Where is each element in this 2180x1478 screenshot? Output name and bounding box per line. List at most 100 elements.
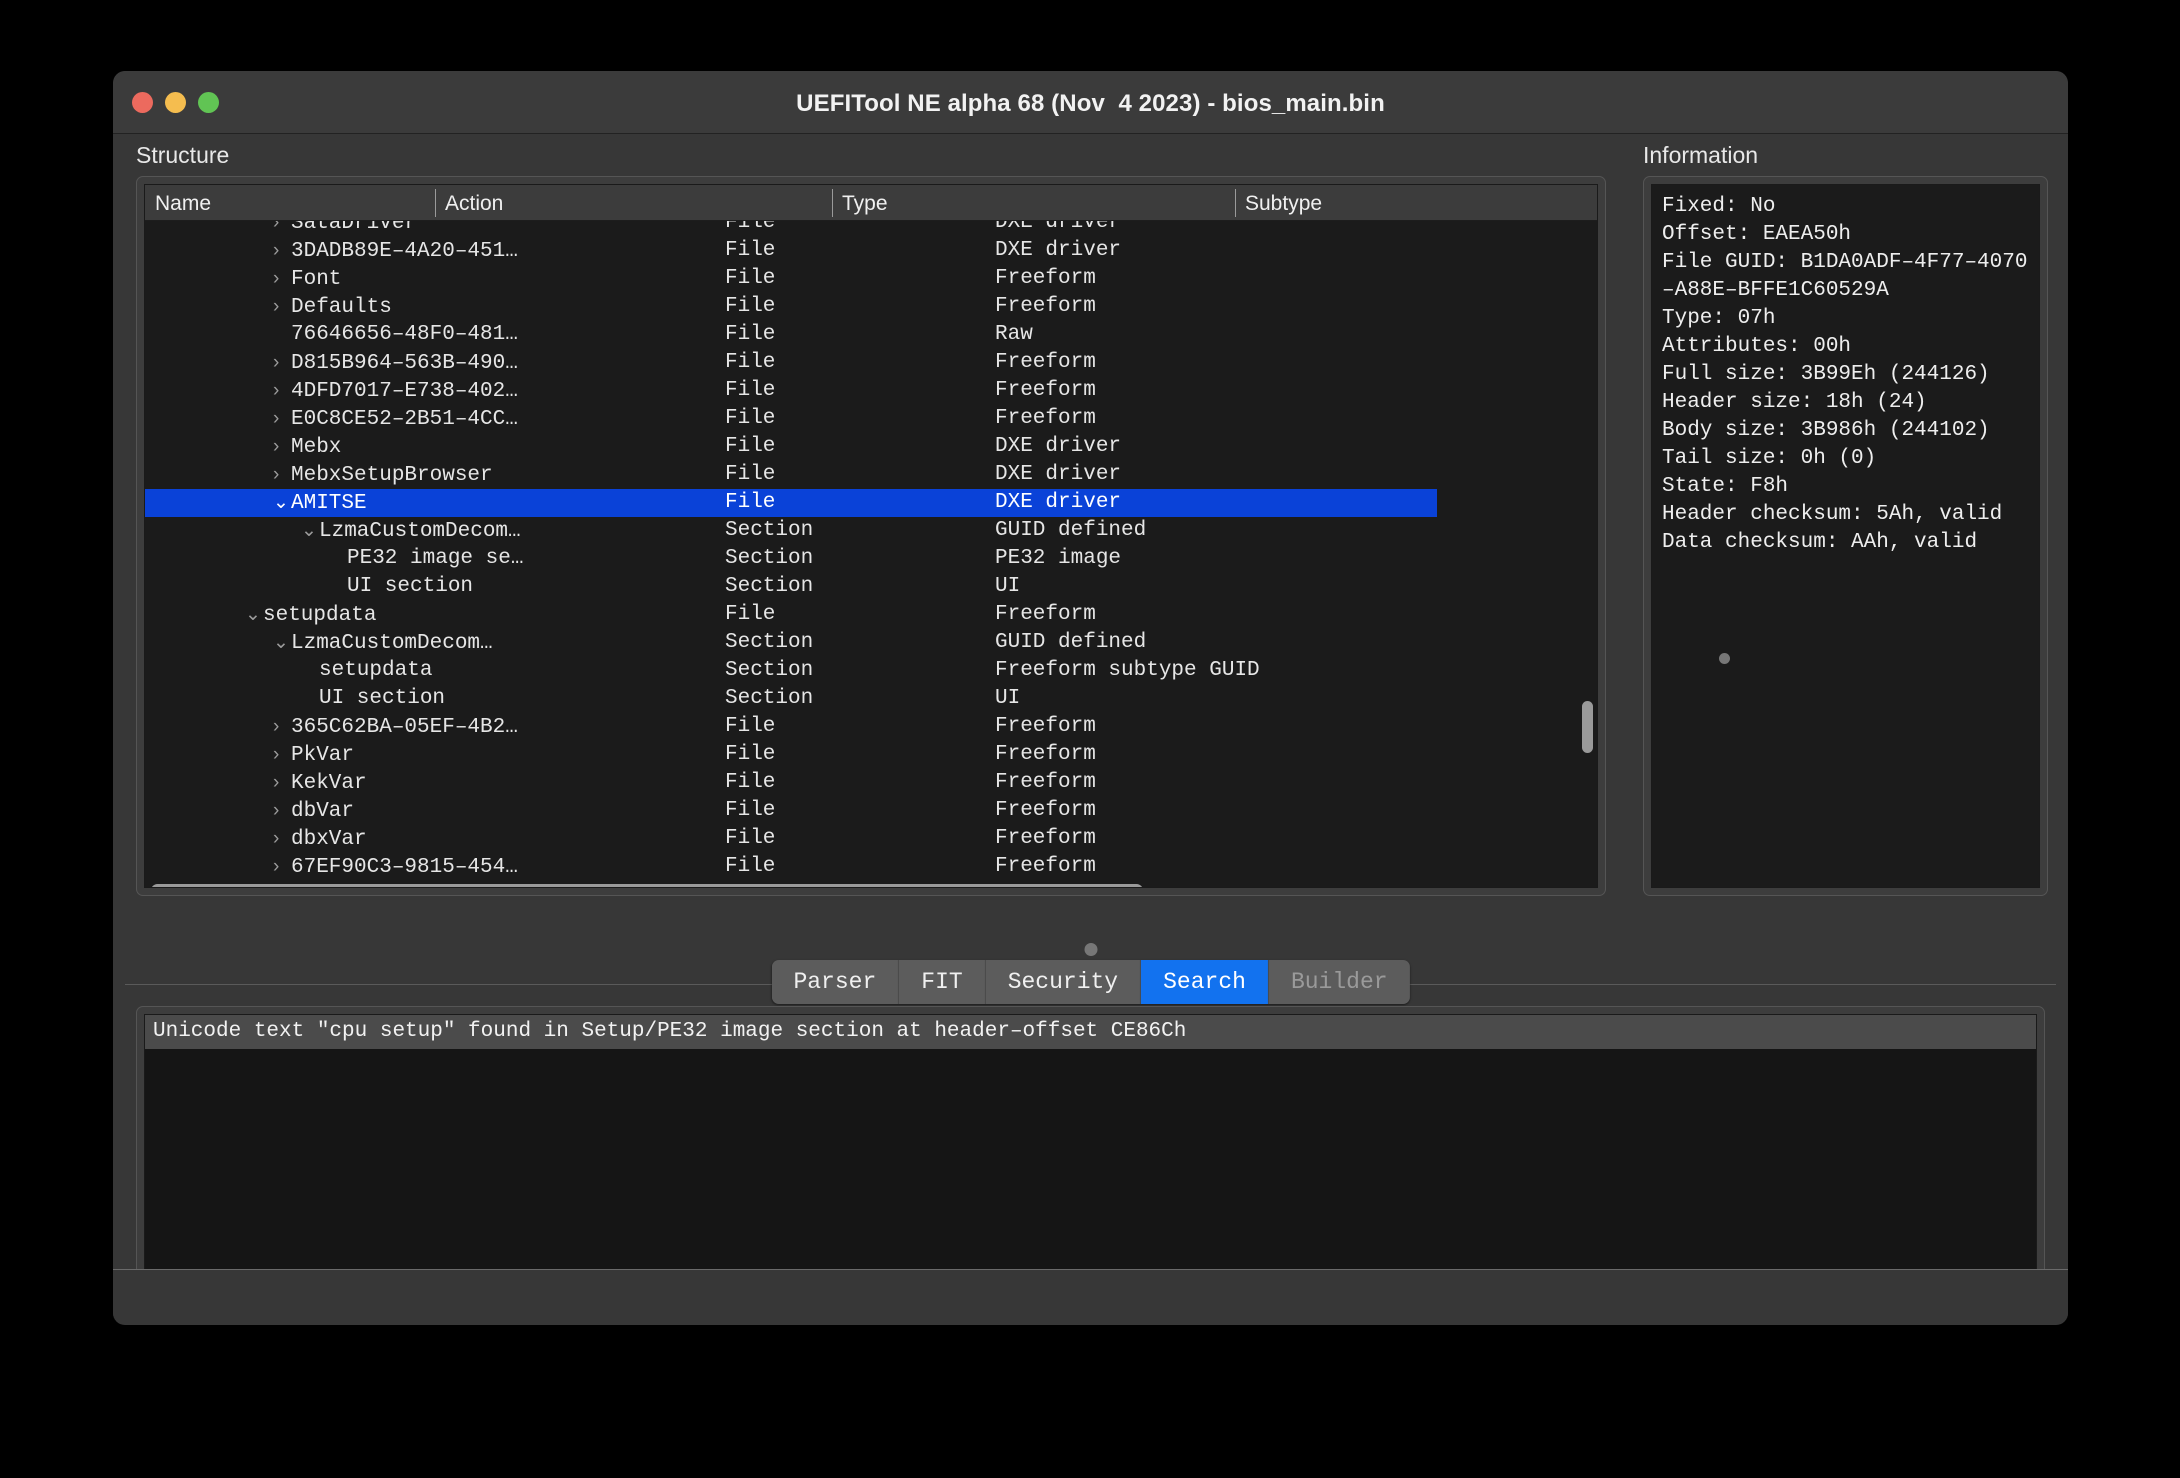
tree-row[interactable]: › 3DADB89E–4A20–451… File DXE driver <box>145 237 1597 265</box>
tree-row[interactable]: ⌄LzmaCustomDecom… Section GUID defined <box>145 517 1597 545</box>
tab-parser[interactable]: Parser <box>771 960 900 1004</box>
chevron-right-icon[interactable]: › <box>273 293 291 321</box>
tree-row[interactable]: › E0C8CE52–2B51–4CC… File Freeform <box>145 405 1597 433</box>
tab-search[interactable]: Search <box>1141 960 1269 1004</box>
chevron-right-icon[interactable]: › <box>273 769 291 797</box>
tree-row[interactable]: UI section Section UI <box>145 573 1597 601</box>
chevron-right-icon[interactable]: › <box>273 405 291 433</box>
tree-row[interactable]: 76646656–48F0–481… File Raw <box>145 321 1597 349</box>
column-header-type[interactable]: Type <box>842 192 888 216</box>
column-header-subtype[interactable]: Subtype <box>1245 192 1322 216</box>
tree-row[interactable]: › dbxVar File Freeform <box>145 825 1597 853</box>
tree-body[interactable]: › SataDriver File DXE driver › 3DADB89E–4A20–… <box>145 221 1597 887</box>
vertical-splitter-handle[interactable] <box>1084 943 1097 956</box>
tree-row-type-cell: File <box>725 491 776 514</box>
tree-row-name-cell: ⌄setupdata <box>245 601 376 630</box>
column-divider-1[interactable] <box>435 189 436 217</box>
tree-row-label: 67EF90C3–9815–454… <box>291 856 518 879</box>
tree-row-subtype-cell: DXE driver <box>995 221 1122 234</box>
tree-row-name-cell: › MebxSetupBrowser <box>273 461 493 490</box>
search-results-list[interactable]: Unicode text "cpu setup" found in Setup/… <box>144 1014 2037 1285</box>
tree-row[interactable]: › 67EF90C3–9815–454… File Freeform <box>145 853 1597 881</box>
tree-row-subtype-cell: Freeform <box>995 351 1096 374</box>
tree-row-label: Defaults <box>291 296 392 319</box>
tree-row-name-cell: › dbVar <box>273 797 354 826</box>
tree-row[interactable]: PE32 image se… Section PE32 image <box>145 545 1597 573</box>
tree-row-type-cell: File <box>725 799 776 822</box>
tree-row[interactable]: › 4DFD7017–E738–402… File Freeform <box>145 377 1597 405</box>
tree-row[interactable]: › Font File Freeform <box>145 265 1597 293</box>
tree-row-subtype-cell: UI <box>995 575 1021 598</box>
window-titlebar: UEFITool NE alpha 68 (Nov 4 2023) - bios… <box>113 71 2068 134</box>
tree-row-name-cell: › 4DFD7017–E738–402… <box>273 377 518 406</box>
column-divider-2[interactable] <box>832 189 833 217</box>
tree-row[interactable]: › KekVar File Freeform <box>145 769 1597 797</box>
chevron-down-icon[interactable]: ⌄ <box>301 517 319 545</box>
tree-row[interactable]: ⌄AMITSE File DXE driver <box>145 489 1597 517</box>
window-body: Structure Name Action Type Subtype › SataDri… <box>113 134 2068 1324</box>
column-divider-3[interactable] <box>1235 189 1236 217</box>
chevron-down-icon[interactable]: ⌄ <box>273 629 291 657</box>
chevron-right-icon[interactable]: › <box>273 433 291 461</box>
tree-row-label: AMITSE <box>291 492 367 515</box>
chevron-right-icon[interactable]: › <box>273 461 291 489</box>
tab-bar: Parser FIT Security Search Builder <box>771 960 1410 1004</box>
column-header-action[interactable]: Action <box>445 192 503 216</box>
information-text[interactable]: Fixed: No Offset: EAEA50h File GUID: B1D… <box>1651 184 2040 888</box>
tree-row-name-cell: › 3DADB89E–4A20–451… <box>273 237 518 266</box>
tree-row[interactable]: › D815B964–563B–490… File Freeform <box>145 349 1597 377</box>
horizontal-splitter-handle[interactable] <box>1719 653 1730 664</box>
chevron-down-icon[interactable]: ⌄ <box>245 601 263 629</box>
tree-vertical-scrollbar[interactable] <box>1582 701 1593 753</box>
tree-row-subtype-cell: DXE driver <box>995 463 1122 486</box>
tree-row-type-cell: File <box>725 715 776 738</box>
tab-fit[interactable]: FIT <box>899 960 986 1004</box>
chevron-right-icon[interactable]: › <box>273 221 291 237</box>
structure-label: Structure <box>136 142 230 168</box>
tree-row[interactable]: › 365C62BA–05EF–4B2… File Freeform <box>145 713 1597 741</box>
tree-row-subtype-cell: Freeform <box>995 603 1096 626</box>
tree-row-subtype-cell: Freeform <box>995 855 1096 878</box>
tree-row-subtype-cell: PE32 image <box>995 547 1122 570</box>
tree-row-label: MebxSetupBrowser <box>291 464 493 487</box>
tab-security[interactable]: Security <box>985 960 1142 1004</box>
tree-row-name-cell: 76646656–48F0–481… <box>273 321 518 349</box>
tree-row-subtype-cell: GUID defined <box>995 519 1147 542</box>
tree-row[interactable]: › SataDriver File DXE driver <box>145 221 1597 237</box>
tree-row-subtype-cell: Raw <box>995 323 1033 346</box>
chevron-right-icon[interactable]: › <box>273 853 291 881</box>
tree-row-type-cell: Section <box>725 547 814 570</box>
structure-tree[interactable]: Name Action Type Subtype › SataDriver File DXE… <box>144 184 1598 888</box>
tree-row-name-cell: › 365C62BA–05EF–4B2… <box>273 713 518 742</box>
search-result-item[interactable]: Unicode text "cpu setup" found in Setup/… <box>145 1015 2036 1049</box>
chevron-right-icon[interactable]: › <box>273 377 291 405</box>
chevron-right-icon[interactable]: › <box>273 713 291 741</box>
column-header-name[interactable]: Name <box>155 192 211 216</box>
tree-row-type-cell: File <box>725 267 776 290</box>
tree-horizontal-scrollbar[interactable] <box>151 884 1143 887</box>
tree-row[interactable]: › PkVar File Freeform <box>145 741 1597 769</box>
chevron-right-icon[interactable]: › <box>273 741 291 769</box>
tree-row[interactable]: › MebxSetupBrowser File DXE driver <box>145 461 1597 489</box>
window-title: UEFITool NE alpha 68 (Nov 4 2023) - bios… <box>796 90 1385 117</box>
tree-row-label: UI section <box>347 575 474 598</box>
chevron-right-icon[interactable]: › <box>273 237 291 265</box>
tree-row-name-cell: › 67EF90C3–9815–454… <box>273 853 518 882</box>
tree-row-label: 365C62BA–05EF–4B2… <box>291 716 518 739</box>
tree-row[interactable]: UI section Section UI <box>145 685 1597 713</box>
tree-row[interactable]: › Mebx File DXE driver <box>145 433 1597 461</box>
chevron-right-icon[interactable]: › <box>273 349 291 377</box>
tree-row[interactable]: › dbVar File Freeform <box>145 797 1597 825</box>
tree-row[interactable]: setupdata Section Freeform subtype GUID <box>145 657 1597 685</box>
tree-row-type-cell: File <box>725 379 776 402</box>
tree-row[interactable]: › Defaults File Freeform <box>145 293 1597 321</box>
chevron-right-icon[interactable]: › <box>273 797 291 825</box>
chevron-right-icon[interactable]: › <box>273 825 291 853</box>
chevron-down-icon[interactable]: ⌄ <box>273 489 291 517</box>
information-panel: Information Fixed: No Offset: EAEA50h Fi… <box>1633 134 2058 934</box>
tree-row-type-cell: File <box>725 603 776 626</box>
tree-row[interactable]: ⌄setupdata File Freeform <box>145 601 1597 629</box>
tree-row[interactable]: ⌄LzmaCustomDecom… Section GUID defined <box>145 629 1597 657</box>
tree-row-subtype-cell: Freeform <box>995 771 1096 794</box>
chevron-right-icon[interactable]: › <box>273 265 291 293</box>
